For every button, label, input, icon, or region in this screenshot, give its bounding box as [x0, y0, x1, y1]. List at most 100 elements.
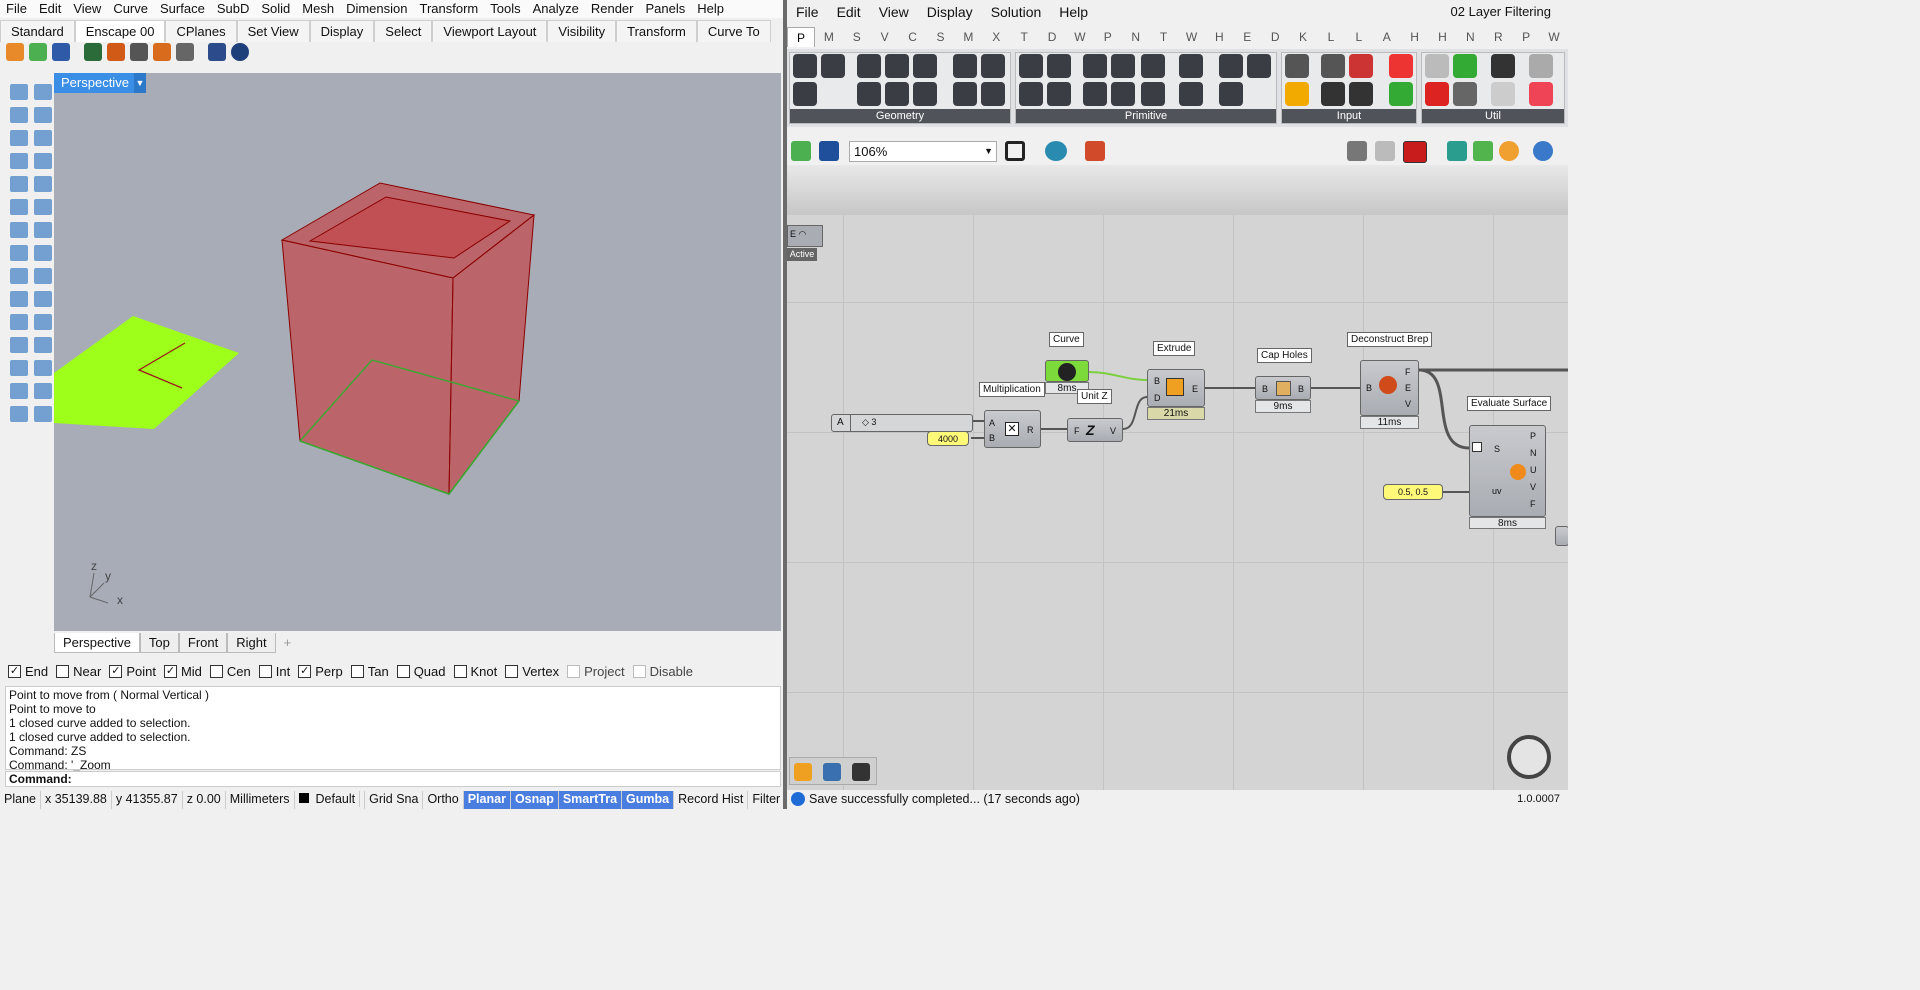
deconstruct-input-b[interactable]: B — [1366, 383, 1372, 393]
status-osnap[interactable]: Osnap — [510, 791, 559, 809]
gh-menu-display[interactable]: Display — [918, 0, 982, 24]
extrude-output-e[interactable]: E — [1192, 384, 1198, 394]
text-icon[interactable] — [34, 314, 52, 330]
point-icon[interactable] — [34, 84, 52, 100]
osnap-knot[interactable]: Knot — [453, 662, 497, 680]
osnap-perp[interactable]: ✓ Perp — [298, 662, 343, 680]
value-panel-4000[interactable]: 4000 — [927, 431, 969, 446]
menu-subd[interactable]: SubD — [211, 0, 256, 18]
gh-category-m[interactable]: M — [815, 27, 843, 47]
solid-tools-icon[interactable] — [10, 222, 28, 238]
gh-category-d[interactable]: D — [1261, 27, 1289, 47]
gradient-input-icon[interactable] — [1285, 82, 1309, 106]
data-param-icon[interactable] — [1179, 54, 1203, 78]
plane-param-icon[interactable] — [1179, 82, 1203, 106]
gh-category-k[interactable]: K — [1289, 27, 1317, 47]
panorama-icon[interactable] — [130, 43, 148, 61]
menu-view[interactable]: View — [67, 0, 107, 18]
gh-menu-help[interactable]: Help — [1050, 0, 1097, 24]
menu-solid[interactable]: Solid — [255, 0, 296, 18]
osnap-checkbox[interactable] — [396, 664, 410, 678]
array-icon[interactable] — [10, 291, 28, 307]
sync-views-icon[interactable] — [52, 43, 70, 61]
mesh-tools-icon[interactable] — [10, 245, 28, 261]
curve-tools-icon[interactable] — [10, 176, 28, 192]
status-record-history[interactable]: Record Hist — [674, 791, 749, 809]
bake-icon[interactable] — [852, 763, 870, 781]
list-input-icon[interactable] — [1389, 82, 1413, 106]
rectangle-icon[interactable] — [34, 153, 52, 169]
check-icon[interactable] — [10, 406, 28, 422]
gh-category-s[interactable]: S — [927, 27, 955, 47]
python-icon[interactable] — [823, 763, 841, 781]
zoom-dropdown-icon[interactable]: ▼ — [984, 142, 993, 161]
menu-dimension[interactable]: Dimension — [340, 0, 413, 18]
colour-param-icon[interactable] — [1141, 54, 1165, 78]
domain-param-icon[interactable] — [1219, 54, 1243, 78]
gh-category-w[interactable]: W — [1178, 27, 1206, 47]
evaluate-output-u[interactable]: U — [1530, 465, 1537, 475]
extrude-input-b[interactable]: B — [1154, 376, 1160, 386]
mesh-component-icon[interactable] — [981, 82, 1005, 106]
menu-edit[interactable]: Edit — [33, 0, 67, 18]
toolbar-tab-transform[interactable]: Transform — [616, 20, 697, 42]
evaluate-input-uv[interactable]: uv — [1492, 486, 1502, 496]
osnap-checkbox[interactable]: ✓ — [163, 664, 177, 678]
cap-input-b[interactable]: B — [1262, 384, 1268, 394]
save-file-icon[interactable] — [1349, 54, 1373, 78]
gh-category-t[interactable]: T — [1010, 27, 1038, 47]
evaluate-output-f[interactable]: F — [1530, 499, 1536, 509]
circle-component-icon[interactable] — [857, 54, 881, 78]
render-icon[interactable] — [34, 360, 52, 376]
text-param-icon[interactable] — [1111, 54, 1135, 78]
surface-tools-icon[interactable] — [10, 199, 28, 215]
add-viewport-tab-icon[interactable]: + — [276, 633, 300, 653]
number-param-icon[interactable] — [1083, 54, 1107, 78]
osnap-checkbox[interactable]: ✓ — [8, 664, 21, 678]
perspective-viewport[interactable]: x y z — [54, 73, 781, 631]
osnap-checkbox[interactable] — [56, 664, 70, 678]
tree-util-icon[interactable] — [1491, 54, 1515, 78]
gh-category-a[interactable]: A — [1373, 27, 1401, 47]
lights-icon[interactable] — [34, 406, 52, 422]
generic-param-icon[interactable] — [1285, 54, 1309, 78]
status-grid-snap[interactable]: Grid Sna — [365, 791, 424, 809]
gh-category-t[interactable]: T — [1150, 27, 1178, 47]
number-slider[interactable]: A ◇ 3 — [831, 414, 973, 432]
group-icon[interactable] — [34, 337, 52, 353]
forward-util-icon[interactable] — [1529, 82, 1553, 106]
gh-category-d[interactable]: D — [1038, 27, 1066, 47]
preview-wireframe-icon[interactable] — [1375, 141, 1395, 161]
menu-surface[interactable]: Surface — [154, 0, 211, 18]
record-icon[interactable] — [34, 383, 52, 399]
viewport-tab-top[interactable]: Top — [139, 633, 179, 653]
status-filter[interactable]: Filter — [748, 791, 784, 809]
osnap-vertex[interactable]: Vertex — [505, 662, 559, 680]
menu-curve[interactable]: Curve — [107, 0, 154, 18]
gh-menu-view[interactable]: View — [870, 0, 918, 24]
transform-icon[interactable] — [10, 268, 28, 284]
cap-output-b[interactable]: B — [1298, 384, 1304, 394]
viewport-tab-front[interactable]: Front — [178, 633, 228, 653]
toolbar-tab-viewport-layout[interactable]: Viewport Layout — [432, 20, 548, 42]
mult-input-a[interactable]: A — [989, 418, 995, 428]
asset-library-icon[interactable] — [84, 43, 102, 61]
toolbar-tab-set-view[interactable]: Set View — [236, 20, 310, 42]
gh-menu-solution[interactable]: Solution — [982, 0, 1051, 24]
gh-category-h[interactable]: H — [1429, 27, 1457, 47]
deconstruct-output-e[interactable]: E — [1405, 383, 1411, 393]
gh-category-v[interactable]: V — [871, 27, 899, 47]
osnap-quad[interactable]: Quad — [396, 662, 446, 680]
gh-category-m[interactable]: M — [954, 27, 982, 47]
sphere-preview-icon[interactable] — [1533, 141, 1553, 161]
gh-category-h[interactable]: H — [1401, 27, 1429, 47]
toolbar-tab-cplanes[interactable]: CPlanes — [165, 20, 237, 42]
slider-input-icon[interactable] — [1321, 82, 1345, 106]
circle-icon[interactable] — [10, 130, 28, 146]
button-input-icon[interactable] — [1389, 54, 1413, 78]
gh-category-w[interactable]: W — [1066, 27, 1094, 47]
osnap-end[interactable]: ✓ End — [8, 662, 48, 680]
unitz-output-v[interactable]: V — [1110, 426, 1116, 436]
rotate-icon[interactable] — [34, 291, 52, 307]
menu-panels[interactable]: Panels — [639, 0, 691, 18]
